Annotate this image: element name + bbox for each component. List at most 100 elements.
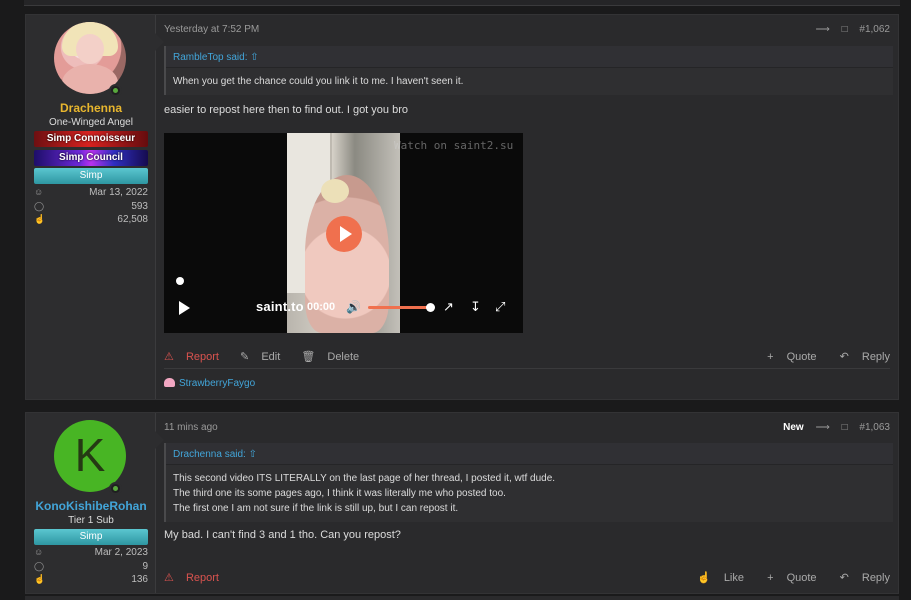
stat-messages: ◯ 9 [34,561,148,573]
trash-icon: 🗑 [301,351,316,363]
reply-label: Reply [861,351,890,363]
post-number[interactable]: #1,062 [859,24,890,35]
stat-messages-value: 9 [142,561,148,572]
thumbs-up-icon: ☝ [34,214,46,224]
report-label: Report [185,351,219,363]
post-actions-right: + Quote ↶ Reply [747,350,890,363]
user-banner-council: Simp Council [34,150,148,166]
post-content: 11 mins ago New ⟶ □ #1,063 Drachenna sai… [164,413,898,593]
stat-messages-value: 593 [131,201,148,212]
online-status-indicator [109,482,122,495]
quote-label: Quote [786,572,817,584]
user-panel-arrow [155,431,164,449]
quote-line: This second video ITS LITERALLY on the l… [173,473,556,484]
new-badge: New [783,422,804,433]
reactions-bar[interactable]: StrawberryFaygo [164,378,255,389]
user-title: One-Winged Angel [49,117,133,128]
quote-block: RambleTop said: ⇧ When you get the chanc… [164,46,893,95]
arrow-up-circle-icon[interactable]: ⇧ [249,449,257,460]
previous-post-bottom [24,0,900,6]
volume-icon[interactable]: 🔊 [346,300,361,314]
user-icon: ☺ [34,187,44,197]
post-meta-actions: New ⟶ □ #1,063 [774,422,890,433]
stat-reactions: ☝ 62,508 [34,214,148,226]
user-panel-arrow [155,33,164,51]
delete-label: Delete [327,351,360,363]
username-link[interactable]: Drachenna [26,101,156,115]
stat-joined-value: Mar 13, 2022 [89,187,148,198]
like-label: Like [723,572,744,584]
bookmark-icon[interactable]: □ [842,422,848,433]
online-status-indicator [109,84,122,97]
edit-label: Edit [261,351,281,363]
post-actions-right: ☝ Like + Quote ↶ Reply [677,571,890,584]
share-icon[interactable]: ⟶ [815,422,829,433]
next-post-top [25,596,899,600]
post-number[interactable]: #1,063 [859,422,890,433]
stat-joined-value: Mar 2, 2023 [94,547,148,558]
quote-author[interactable]: RambleTop said: [173,52,247,63]
quote-header[interactable]: RambleTop said: ⇧ [166,46,893,68]
user-banner-simp: Simp [34,529,148,545]
external-link-icon[interactable]: ↗ [443,299,454,315]
warning-circle-icon: ⚠ [164,351,174,363]
report-label: Report [185,572,219,584]
username-link[interactable]: KonoKishibeRohan [26,499,156,513]
avatar-face [76,34,104,64]
quote-label: Quote [786,351,817,363]
quote-button[interactable]: + Quote [757,572,816,584]
reaction-icon [164,378,175,387]
stat-joined: ☺ Mar 13, 2022 [34,187,148,199]
reply-button[interactable]: ↶ Reply [830,572,890,584]
quote-line: The third one its some pages ago, I thin… [173,488,506,499]
delete-button[interactable]: 🗑 Delete [301,351,368,363]
quote-button[interactable]: + Quote [757,351,816,363]
video-play-button[interactable] [179,301,190,315]
reply-icon: ↶ [839,572,849,584]
quote-line: When you get the chance could you link i… [173,76,464,87]
volume-slider[interactable] [368,306,430,309]
video-time: 00:00 [307,301,336,313]
quote-line: The first one I am not sure if the link … [173,503,459,514]
video-player[interactable]: Watch on saint2.su saint.to 00:00 🔊 ↗ ↧ … [164,133,523,333]
video-progress-handle[interactable] [176,277,184,285]
forum-post: Drachenna One-Winged Angel Simp Connoiss… [25,14,899,400]
play-icon[interactable] [326,216,362,252]
stat-messages: ◯ 593 [34,201,148,213]
stat-reactions-value: 62,508 [117,214,148,225]
report-button[interactable]: ⚠ Report [164,351,228,363]
like-button[interactable]: ☝ Like [687,572,744,584]
post-meta-actions: ⟶ □ #1,062 [806,24,890,35]
user-info-panel: K KonoKishibeRohan Tier 1 Sub Simp ☺ Mar… [26,413,164,593]
volume-slider-knob[interactable] [426,303,435,312]
user-banner-simp: Simp [34,168,148,184]
post-actions-left: ⚠ Report ✎ Edit 🗑 Delete [164,350,377,363]
reaction-user[interactable]: StrawberryFaygo [179,378,255,389]
forum-post: K KonoKishibeRohan Tier 1 Sub Simp ☺ Mar… [25,412,899,594]
thumbs-up-icon: ☝ [34,574,46,584]
reply-label: Reply [861,572,890,584]
quote-body: When you get the chance could you link i… [166,68,893,95]
quote-block: Drachenna said: ⇧ This second video ITS … [164,443,893,522]
download-icon[interactable]: ↧ [470,299,481,315]
quote-author[interactable]: Drachenna said: [173,449,246,460]
share-icon[interactable]: ⟶ [815,24,829,35]
comment-icon: ◯ [34,201,45,211]
fullscreen-icon[interactable]: ⤢ [495,299,505,315]
thumbs-up-icon: ☝ [697,572,711,584]
stat-reactions: ☝ 136 [34,574,148,586]
post-actions-left: ⚠ Report [164,571,237,584]
quote-header[interactable]: Drachenna said: ⇧ [166,443,893,465]
user-icon: ☺ [34,547,44,557]
reply-button[interactable]: ↶ Reply [830,351,890,363]
edit-button[interactable]: ✎ Edit [240,351,289,363]
arrow-up-circle-icon[interactable]: ⇧ [250,52,258,63]
video-watermark: Watch on saint2.su [394,139,514,152]
post-message: My bad. I can't find 3 and 1 tho. Can yo… [164,529,401,541]
post-timestamp[interactable]: 11 mins ago [164,422,218,433]
warning-circle-icon: ⚠ [164,572,174,584]
bookmark-icon[interactable]: □ [842,24,848,35]
pencil-icon: ✎ [240,351,250,363]
post-timestamp[interactable]: Yesterday at 7:52 PM [164,24,259,35]
report-button[interactable]: ⚠ Report [164,572,228,584]
